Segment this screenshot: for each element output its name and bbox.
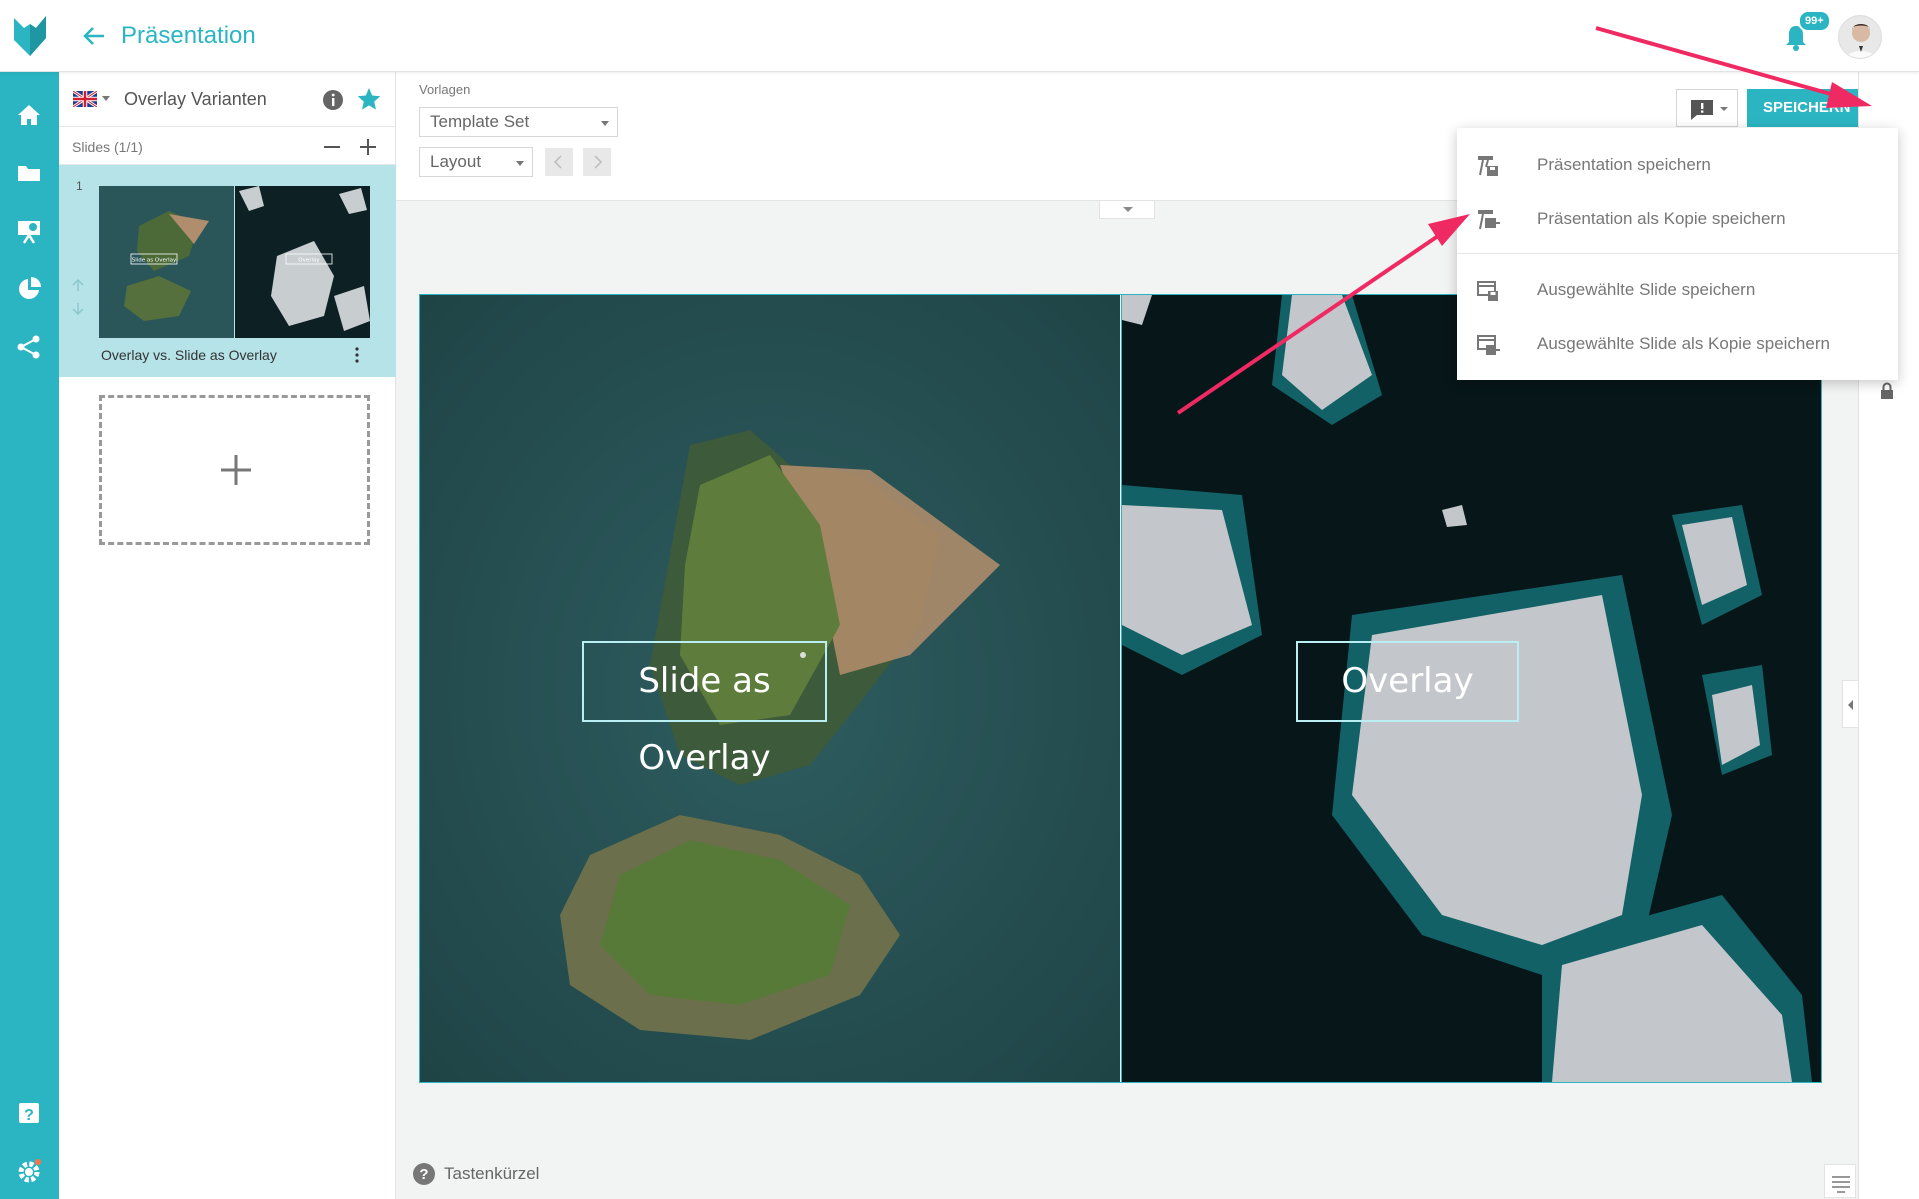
presentation-name: Overlay Varianten xyxy=(124,89,267,109)
slide-label: Overlay vs. Slide as Overlay xyxy=(101,347,277,363)
save-presentation-item[interactable]: Präsentation speichern xyxy=(1457,139,1898,191)
chevron-left-icon xyxy=(553,155,562,169)
save-menu: Präsentation speichern Präsentation als … xyxy=(1457,128,1898,380)
page-title: Präsentation xyxy=(121,22,256,49)
back-arrow-icon[interactable] xyxy=(80,22,108,50)
save-presentation-copy-label: Präsentation als Kopie speichern xyxy=(1537,209,1786,228)
home-icon[interactable] xyxy=(14,100,44,130)
layout-select[interactable]: Layout xyxy=(419,147,533,177)
save-selected-slide-copy-item[interactable]: Ausgewählte Slide als Kopie speichern xyxy=(1457,318,1898,370)
help-icon[interactable]: ? xyxy=(14,1098,44,1128)
slides-header: Slides (1/1) xyxy=(59,127,396,165)
caret-down-icon xyxy=(1123,207,1133,212)
chevron-right-icon xyxy=(594,155,603,169)
help-circle-icon: ? xyxy=(413,1163,435,1185)
move-down-icon[interactable] xyxy=(70,301,86,317)
next-layout-button[interactable] xyxy=(583,148,611,176)
menu-divider xyxy=(1457,253,1898,254)
main-nav: ? xyxy=(0,72,59,1199)
save-slide-icon xyxy=(1477,281,1498,301)
folder-icon[interactable] xyxy=(14,158,44,188)
previous-layout-button[interactable] xyxy=(545,148,573,176)
right-overlay-text-box[interactable]: Overlay xyxy=(1296,641,1519,722)
thumb-right-text: Overlay xyxy=(298,258,320,264)
right-slide-area[interactable]: Overlay xyxy=(1121,295,1821,1082)
share-icon[interactable] xyxy=(14,332,44,362)
remove-slide-button[interactable] xyxy=(321,136,343,158)
move-up-icon[interactable] xyxy=(70,277,86,293)
slide-thumbnail[interactable]: Slide as Overlay Overlay xyxy=(99,186,370,338)
more-vertical-icon[interactable] xyxy=(349,345,365,365)
left-slide-area[interactable]: Slide as Overlay xyxy=(420,295,1120,1082)
info-icon[interactable] xyxy=(322,89,344,111)
pie-chart-icon[interactable] xyxy=(14,274,44,304)
save-slide-copy-icon xyxy=(1477,335,1500,355)
fox-logo-icon[interactable] xyxy=(10,12,50,58)
save-copy-icon xyxy=(1478,210,1500,230)
notes-lines-icon xyxy=(1832,1176,1850,1193)
slides-panel: Overlay Varianten Slides (1/1) 1 Slide a… xyxy=(59,72,396,1199)
template-set-value: Template Set xyxy=(430,112,530,131)
lock-icon[interactable] xyxy=(1879,382,1895,400)
language-dropdown-caret[interactable] xyxy=(102,96,110,101)
thumb-left-text: Slide as Overlay xyxy=(132,258,177,264)
star-icon[interactable] xyxy=(356,86,382,112)
save-button[interactable]: SPEICHERN xyxy=(1747,89,1868,127)
slide-list-item[interactable]: 1 Slide as Overlay Overlay Overlay vs. S… xyxy=(59,165,396,377)
save-selected-slide-item[interactable]: Ausgewählte Slide speichern xyxy=(1457,264,1898,316)
template-set-select[interactable]: Template Set xyxy=(419,107,618,137)
side-panel-toggle[interactable] xyxy=(1842,680,1858,728)
save-selected-slide-copy-label: Ausgewählte Slide als Kopie speichern xyxy=(1537,334,1830,353)
chevron-left-icon xyxy=(1848,700,1853,710)
add-slide-placeholder[interactable] xyxy=(99,395,370,545)
add-slide-button[interactable] xyxy=(357,136,379,158)
presentation-header: Overlay Varianten xyxy=(59,72,396,127)
settings-icon[interactable] xyxy=(14,1156,44,1186)
layout-value: Layout xyxy=(430,152,482,171)
presentation-icon[interactable] xyxy=(14,216,44,246)
comment-button[interactable] xyxy=(1676,89,1738,127)
top-bar: Präsentation 99+ xyxy=(0,0,1919,72)
notes-toggle-button[interactable] xyxy=(1824,1164,1856,1198)
svg-text:?: ? xyxy=(24,1107,34,1124)
plus-icon xyxy=(221,455,251,485)
notification-badge: 99+ xyxy=(1798,10,1831,32)
shortcuts-label: Tastenkürzel xyxy=(444,1164,540,1183)
save-presentation-label: Präsentation speichern xyxy=(1537,155,1711,174)
left-overlay-text-box[interactable]: Slide as Overlay xyxy=(582,641,827,778)
save-presentation-copy-item[interactable]: Präsentation als Kopie speichern xyxy=(1457,193,1898,245)
save-selected-slide-label: Ausgewählte Slide speichern xyxy=(1537,280,1756,299)
templates-label: Vorlagen xyxy=(419,82,471,97)
slide-number: 1 xyxy=(76,179,83,193)
save-presentation-icon xyxy=(1478,156,1498,176)
svg-text:?: ? xyxy=(419,1166,428,1183)
comment-icon xyxy=(1691,100,1728,120)
uk-flag-icon[interactable] xyxy=(73,91,97,107)
slide-canvas[interactable]: Slide as Overlay Overlay xyxy=(419,294,1822,1083)
avatar[interactable] xyxy=(1838,15,1882,59)
toolbar-collapse-tab[interactable] xyxy=(1099,201,1155,219)
slides-count: Slides (1/1) xyxy=(72,139,143,155)
